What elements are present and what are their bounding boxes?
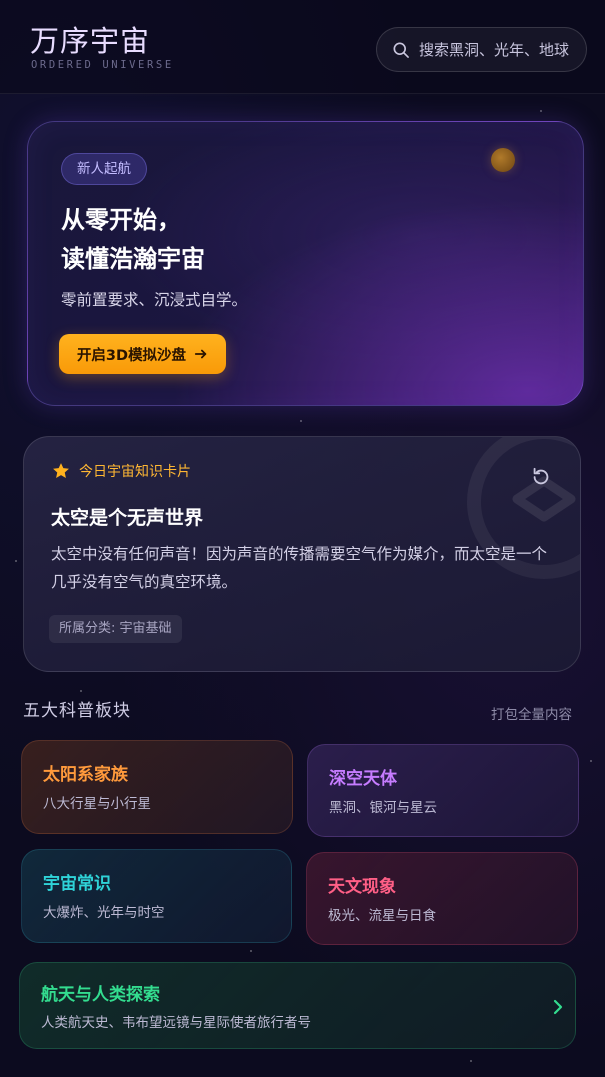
- category-cosmic-basics[interactable]: 宇宙常识 大爆炸、光年与时空: [21, 849, 292, 943]
- search-icon: [393, 42, 409, 58]
- category-title: 天文现象: [328, 877, 396, 897]
- section-title: 五大科普板块: [23, 701, 131, 721]
- category-title: 太阳系家族: [43, 765, 128, 785]
- category-subtitle: 黑洞、银河与星云: [329, 800, 437, 816]
- knowledge-card-body: 太空中没有任何声音！因为声音的传播需要空气作为媒介，而太空是一个几乎没有空气的真…: [51, 545, 548, 591]
- category-deep-space[interactable]: 深空天体 黑洞、银河与星云: [307, 744, 579, 837]
- category-astro-phenomena[interactable]: 天文现象 极光、流星与日食: [306, 852, 578, 945]
- chevron-right-icon: [553, 999, 563, 1015]
- hero-title: 从零开始， 读懂浩瀚宇宙: [61, 201, 205, 279]
- category-subtitle: 八大行星与小行星: [43, 796, 151, 812]
- knowledge-card-header: 今日宇宙知识卡片: [51, 461, 191, 481]
- category-tag: 所属分类: 宇宙基础: [49, 615, 182, 643]
- planet-icon: [491, 148, 515, 172]
- search-bar[interactable]: [376, 27, 587, 72]
- category-title: 航天与人类探索: [41, 985, 160, 1005]
- category-subtitle: 极光、流星与日食: [328, 908, 436, 924]
- hero-description: 零前置要求、沉浸式自学。: [61, 291, 248, 309]
- start-sandbox-button[interactable]: 开启3D模拟沙盘: [59, 334, 226, 374]
- category-title: 深空天体: [329, 769, 397, 789]
- category-solar-system[interactable]: 太阳系家族 八大行星与小行星: [21, 740, 293, 834]
- category-subtitle: 大爆炸、光年与时空: [43, 905, 165, 921]
- knowledge-card: 今日宇宙知识卡片 太空是个无声世界 太空中没有任何声音！因为声音的传播需要空气作…: [23, 436, 581, 672]
- knowledge-card-title: 太空是个无声世界: [51, 507, 204, 529]
- knowledge-card-label: 今日宇宙知识卡片: [79, 464, 191, 480]
- category-space-exploration[interactable]: 航天与人类探索 人类航天史、韦布望远镜与星际使者旅行者号: [19, 962, 576, 1049]
- start-sandbox-label: 开启3D模拟沙盘: [76, 347, 187, 364]
- hero-title-line1: 从零开始，: [61, 206, 181, 234]
- hero-title-line2: 读懂浩瀚宇宙: [61, 245, 205, 273]
- newbie-badge: 新人起航: [61, 153, 147, 185]
- app-title: 万序宇宙: [30, 24, 151, 58]
- category-subtitle: 人类航天史、韦布望远镜与星际使者旅行者号: [41, 1015, 311, 1031]
- download-all-link[interactable]: 打包全量内容: [491, 703, 572, 723]
- app-subtitle: ORDERED UNIVERSE: [31, 59, 174, 71]
- arrow-right-icon: [194, 349, 207, 359]
- app-header: 万序宇宙 ORDERED UNIVERSE: [0, 0, 605, 94]
- star-icon: [53, 463, 69, 478]
- category-title: 宇宙常识: [43, 874, 111, 894]
- search-input[interactable]: [419, 40, 579, 59]
- refresh-icon[interactable]: [530, 466, 552, 488]
- hero-card: 新人起航 从零开始， 读懂浩瀚宇宙 零前置要求、沉浸式自学。 开启3D模拟沙盘: [27, 121, 584, 406]
